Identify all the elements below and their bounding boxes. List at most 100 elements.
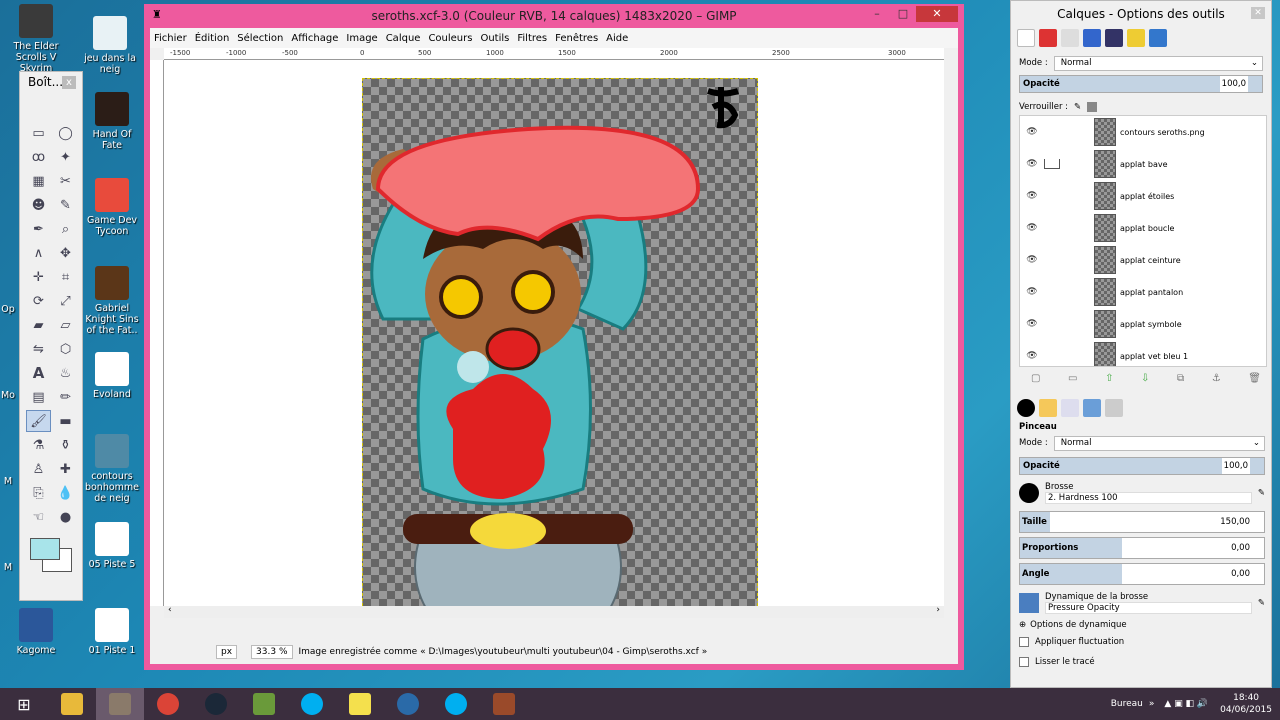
dynamics-value[interactable]: Pressure Opacity <box>1045 602 1252 614</box>
eye-icon[interactable]: 👁 <box>1020 191 1044 201</box>
menu-aide[interactable]: Aide <box>606 33 628 44</box>
desktop-icon-evoland[interactable]: Evoland <box>82 352 142 400</box>
paths-tool[interactable]: ✎ <box>53 194 78 216</box>
eye-icon[interactable]: 👁 <box>1020 223 1044 233</box>
perspective-clone-tool[interactable]: ⎘ <box>26 482 51 504</box>
angle-value[interactable]: 0,00 <box>1231 569 1250 579</box>
desktop-icon-hand-of-fate[interactable]: Hand Of Fate <box>82 92 142 151</box>
text-tool[interactable]: A <box>26 362 51 384</box>
align-tool[interactable]: ✛ <box>26 266 51 288</box>
ratio-slider[interactable]: Proportions 0,00 <box>1019 537 1265 559</box>
desktop-icon-contours[interactable]: contours bonhomme de neig <box>82 434 142 504</box>
unit-select[interactable]: px <box>216 645 238 659</box>
color-select-tool[interactable]: ▦ <box>26 170 51 192</box>
scroll-right-icon[interactable]: › <box>936 605 940 615</box>
layer-row[interactable]: 👁 applat pantalon <box>1020 276 1266 308</box>
measure-tool[interactable]: ∧ <box>26 242 51 264</box>
desktop-icon-piste5[interactable]: 05 Piste 5 <box>82 522 142 570</box>
move-tab-icon[interactable] <box>1149 29 1167 47</box>
new-layer-icon[interactable]: ▢ <box>1031 373 1040 384</box>
chain-icon[interactable] <box>1044 159 1060 169</box>
smooth-row[interactable]: Lisser le tracé <box>1011 653 1273 671</box>
ellipse-select-tool[interactable]: ◯ <box>53 122 78 144</box>
menu-calque[interactable]: Calque <box>386 33 421 44</box>
new-group-icon[interactable]: ▭ <box>1068 373 1077 384</box>
desktop-toolbar-label[interactable]: Bureau <box>1111 699 1143 709</box>
canvas-area[interactable] <box>164 60 944 616</box>
brush-preview[interactable] <box>1019 483 1039 503</box>
duplicate-layer-icon[interactable]: ⧉ <box>1177 373 1184 384</box>
horizontal-ruler[interactable]: -1500 -1000 -500 0 500 1000 1500 2000 25… <box>164 48 944 60</box>
menu-image[interactable]: Image <box>346 33 377 44</box>
lower-layer-icon[interactable]: ⇩ <box>1141 373 1149 384</box>
close-button[interactable]: ✕ <box>916 6 958 22</box>
heal-tool[interactable]: ✚ <box>53 458 78 480</box>
brush-tab-icon[interactable] <box>1017 399 1035 417</box>
layer-row[interactable]: 👁 applat symbole <box>1020 308 1266 340</box>
delete-layer-icon[interactable]: 🗑 <box>1248 373 1261 384</box>
toolbox-close-button[interactable]: x <box>62 76 76 89</box>
brush-value[interactable]: 2. Hardness 100 <box>1045 492 1252 504</box>
lasso-tool[interactable]: ꝏ <box>26 146 51 168</box>
fonts-tab-icon[interactable] <box>1105 399 1123 417</box>
toolbox-title-bar[interactable]: Boît... x <box>20 72 82 94</box>
image-canvas[interactable] <box>362 78 758 616</box>
layer-row[interactable]: 👁 applat boucle <box>1020 212 1266 244</box>
raise-layer-icon[interactable]: ⇧ <box>1105 373 1113 384</box>
size-value[interactable]: 150,00 <box>1220 517 1250 527</box>
taskbar-app-skype[interactable] <box>288 688 336 720</box>
taskbar-app-screen[interactable] <box>480 688 528 720</box>
tray-chevron-icon[interactable]: » <box>1149 699 1155 709</box>
dock-close-button[interactable]: ✕ <box>1251 7 1265 19</box>
taskbar-app-gimp[interactable] <box>96 688 144 720</box>
blur-tool[interactable]: 💧 <box>53 482 78 504</box>
layer-row[interactable]: 👁 applat vet bleu 1 <box>1020 340 1266 366</box>
airbrush-tool[interactable]: ⚗ <box>26 434 51 456</box>
desktop-icon-jeu[interactable]: jeu dans la neig <box>80 16 140 75</box>
pencil-tool[interactable]: ✏ <box>53 386 78 408</box>
scissors-tool[interactable]: ✂ <box>53 170 78 192</box>
palette-tab-icon[interactable] <box>1083 399 1101 417</box>
size-slider[interactable]: Taille 150,00 <box>1019 511 1265 533</box>
blend-tool[interactable]: ▤ <box>26 386 51 408</box>
lock-alpha-icon[interactable] <box>1087 102 1098 112</box>
layer-row[interactable]: 👁 applat ceinture <box>1020 244 1266 276</box>
eye-icon[interactable]: 👁 <box>1020 319 1044 329</box>
horizontal-scrollbar[interactable]: ‹ › <box>164 605 944 618</box>
sample-tab-icon[interactable] <box>1127 29 1145 47</box>
menu-fichier[interactable]: Fichier <box>154 33 187 44</box>
taskbar-app-chrome[interactable] <box>144 688 192 720</box>
fluctuation-checkbox[interactable] <box>1019 637 1029 647</box>
move-tool[interactable]: ✥ <box>53 242 78 264</box>
taskbar-app-skype-2[interactable] <box>432 688 480 720</box>
scale-tool[interactable]: ⤢ <box>53 290 78 312</box>
bucket-fill-tool[interactable]: ♨ <box>53 362 78 384</box>
desktop-icon-skyrim[interactable]: The Elder Scrolls V Skyrim <box>6 4 66 74</box>
shear-tool[interactable]: ▰ <box>26 314 51 336</box>
desktop-icon-game-dev[interactable]: Game Dev Tycoon <box>82 178 142 237</box>
eye-icon[interactable]: 👁 <box>1020 159 1044 169</box>
colormap-tab-icon[interactable] <box>1083 29 1101 47</box>
menu-filtres[interactable]: Filtres <box>517 33 547 44</box>
eye-icon[interactable]: 👁 <box>1020 351 1044 361</box>
desktop-icon-gabriel-knight[interactable]: Gabriel Knight Sins of the Fat.. <box>82 266 142 336</box>
maximize-button[interactable]: □ <box>890 6 916 22</box>
cage-tool[interactable]: ⬡ <box>53 338 78 360</box>
desktop-icon-piste1[interactable]: 01 Piste 1 <box>82 608 142 656</box>
foreground-select-tool[interactable]: ☻ <box>26 194 51 216</box>
layer-row[interactable]: 👁 applat étoiles <box>1020 180 1266 212</box>
tray-icons[interactable]: ▲ ▣ ◧ 🔊 <box>1164 699 1208 709</box>
pointer-tab-icon[interactable] <box>1105 29 1123 47</box>
dynamics-options-row[interactable]: ⊕ Options de dynamique <box>1011 617 1273 633</box>
rect-select-tool[interactable]: ▭ <box>26 122 51 144</box>
menu-fenetres[interactable]: Fenêtres <box>555 33 598 44</box>
vertical-ruler[interactable] <box>150 60 164 606</box>
color-picker-tool[interactable]: ✒ <box>26 218 51 240</box>
clone-tool[interactable]: ♙ <box>26 458 51 480</box>
taskbar-app-steam[interactable] <box>192 688 240 720</box>
channels-tab-icon[interactable] <box>1039 29 1057 47</box>
lock-pixels-icon[interactable]: ✎ <box>1074 102 1081 112</box>
taskbar-app-minecraft[interactable] <box>240 688 288 720</box>
tool-opacity-value[interactable]: 100,0 <box>1221 458 1250 474</box>
paintbrush-tool[interactable]: 🖌 <box>26 410 51 432</box>
